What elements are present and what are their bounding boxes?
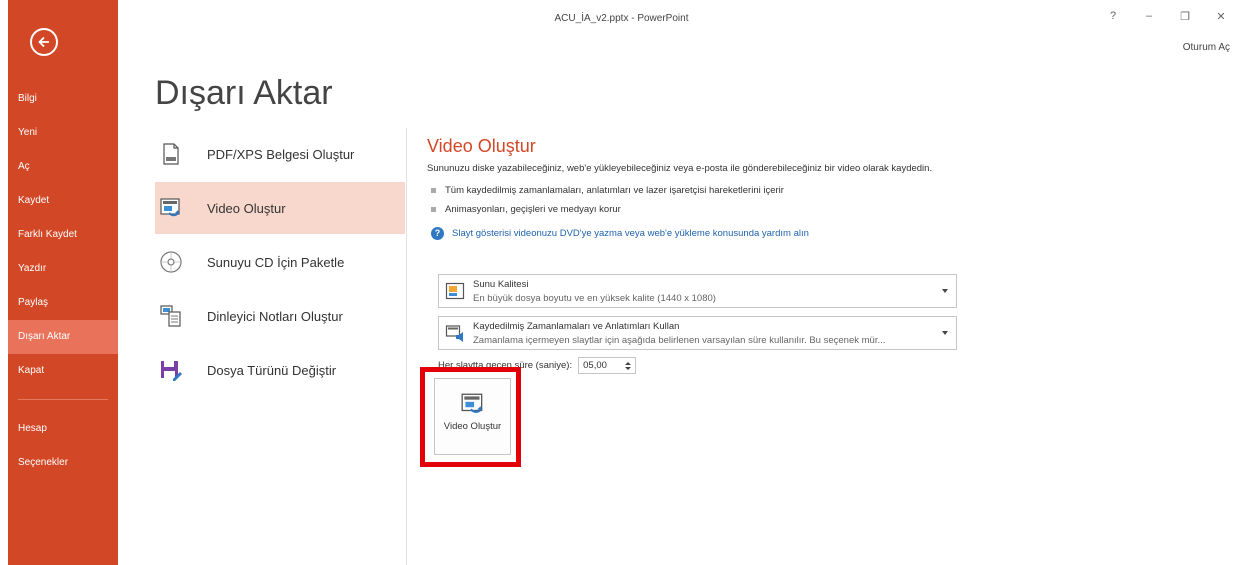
sidebar-nav: Bilgi Yeni Aç Kaydet Farklı Kaydet Yazdı…: [8, 82, 118, 480]
seconds-input[interactable]: [579, 360, 622, 371]
sidebar-item-hesap[interactable]: Hesap: [8, 412, 118, 446]
option-label: Sunuyu CD İçin Paketle: [207, 254, 345, 270]
export-options-list: PDF/XPS Belgesi Oluştur Video Oluştur Su…: [155, 128, 405, 398]
pane-description: Sununuzu diske yazabileceğiniz, web'e yü…: [427, 163, 933, 174]
question-icon: ?: [431, 227, 444, 240]
option-package-cd[interactable]: Sunuyu CD İçin Paketle: [155, 236, 405, 288]
sidebar-item-farkli-kaydet[interactable]: Farklı Kaydet: [8, 218, 118, 252]
dropdown-title: Sunu Kalitesi: [473, 278, 529, 290]
dropdown-title: Kaydedilmiş Zamanlamaları ve Anlatımları…: [473, 320, 680, 332]
sidebar-item-yeni[interactable]: Yeni: [8, 116, 118, 150]
page-title: Dışarı Aktar: [155, 74, 333, 112]
sign-in-link[interactable]: Oturum Aç: [1183, 42, 1230, 53]
option-pdf-xps[interactable]: PDF/XPS Belgesi Oluştur: [155, 128, 405, 180]
video-icon: [160, 198, 180, 217]
help-row: ? Slayt gösterisi videonuzu DVD'ye yazma…: [427, 227, 987, 240]
pdf-document-icon: [163, 143, 179, 165]
sidebar-item-bilgi[interactable]: Bilgi: [8, 82, 118, 116]
option-handouts[interactable]: Dinleyici Notları Oluştur: [155, 290, 405, 342]
sidebar-item-kaydet[interactable]: Kaydet: [8, 184, 118, 218]
pane-title: Video Oluştur: [427, 136, 536, 156]
handout-icon: [160, 305, 181, 327]
chevron-up-icon[interactable]: [625, 361, 632, 365]
backstage-sidebar: Bilgi Yeni Aç Kaydet Farklı Kaydet Yazdı…: [8, 0, 118, 565]
dropdown-subtitle: Zamanlama içermeyen slaytlar için aşağıd…: [473, 334, 886, 346]
option-label: Video Oluştur: [207, 200, 286, 216]
create-video-pane: Video Oluştur Sununuzu diske yazabileceğ…: [427, 128, 987, 374]
sidebar-item-disari-aktar[interactable]: Dışarı Aktar: [8, 320, 118, 354]
restore-icon[interactable]: ❐: [1179, 10, 1191, 23]
window-controls: ? – ❐ ✕: [1107, 10, 1227, 23]
list-item: Animasyonları, geçişleri ve medyayı koru…: [427, 200, 987, 219]
minimize-icon[interactable]: –: [1143, 10, 1155, 23]
timings-dropdown[interactable]: Kaydedilmiş Zamanlamaları ve Anlatımları…: [438, 316, 957, 350]
back-button[interactable]: [30, 28, 58, 56]
option-change-file-type[interactable]: Dosya Türünü Değiştir: [155, 344, 405, 396]
arrow-left-icon: [38, 36, 49, 48]
option-create-video[interactable]: Video Oluştur: [155, 182, 405, 234]
sidebar-divider: [18, 399, 108, 400]
timings-narration-icon: [445, 325, 463, 342]
sidebar-item-ac[interactable]: Aç: [8, 150, 118, 184]
help-link[interactable]: Slayt gösterisi videonuzu DVD'ye yazma v…: [452, 228, 809, 239]
sidebar-item-paylas[interactable]: Paylaş: [8, 286, 118, 320]
chevron-down-icon[interactable]: [625, 366, 632, 370]
chevron-down-icon: [942, 289, 948, 293]
sidebar-item-yazdir[interactable]: Yazdır: [8, 252, 118, 286]
highlight-box: [420, 367, 521, 467]
option-label: Dosya Türünü Değiştir: [207, 362, 337, 378]
save-as-icon: [161, 361, 182, 381]
cd-icon: [160, 251, 182, 273]
help-icon[interactable]: ?: [1107, 10, 1119, 23]
seconds-stepper[interactable]: [578, 357, 637, 374]
option-label: Dinleyici Notları Oluştur: [207, 308, 343, 324]
feature-list: Tüm kaydedilmiş zamanlamaları, anlatımla…: [427, 181, 987, 219]
window-title: ACU_İA_v2.pptx - PowerPoint: [554, 13, 689, 24]
close-icon[interactable]: ✕: [1215, 10, 1227, 23]
list-item: Tüm kaydedilmiş zamanlamaları, anlatımla…: [427, 181, 987, 200]
dropdown-subtitle: En büyük dosya boyutu ve en yüksek kalit…: [473, 292, 716, 304]
chevron-down-icon: [942, 331, 948, 335]
presentation-quality-icon: [445, 282, 465, 300]
pane-divider: [406, 128, 407, 565]
option-label: PDF/XPS Belgesi Oluştur: [207, 146, 355, 162]
sidebar-item-kapat[interactable]: Kapat: [8, 354, 118, 388]
stepper-arrows[interactable]: [621, 361, 635, 370]
sidebar-item-secenekler[interactable]: Seçenekler: [8, 446, 118, 480]
quality-dropdown[interactable]: Sunu Kalitesi En büyük dosya boyutu ve e…: [438, 274, 957, 308]
